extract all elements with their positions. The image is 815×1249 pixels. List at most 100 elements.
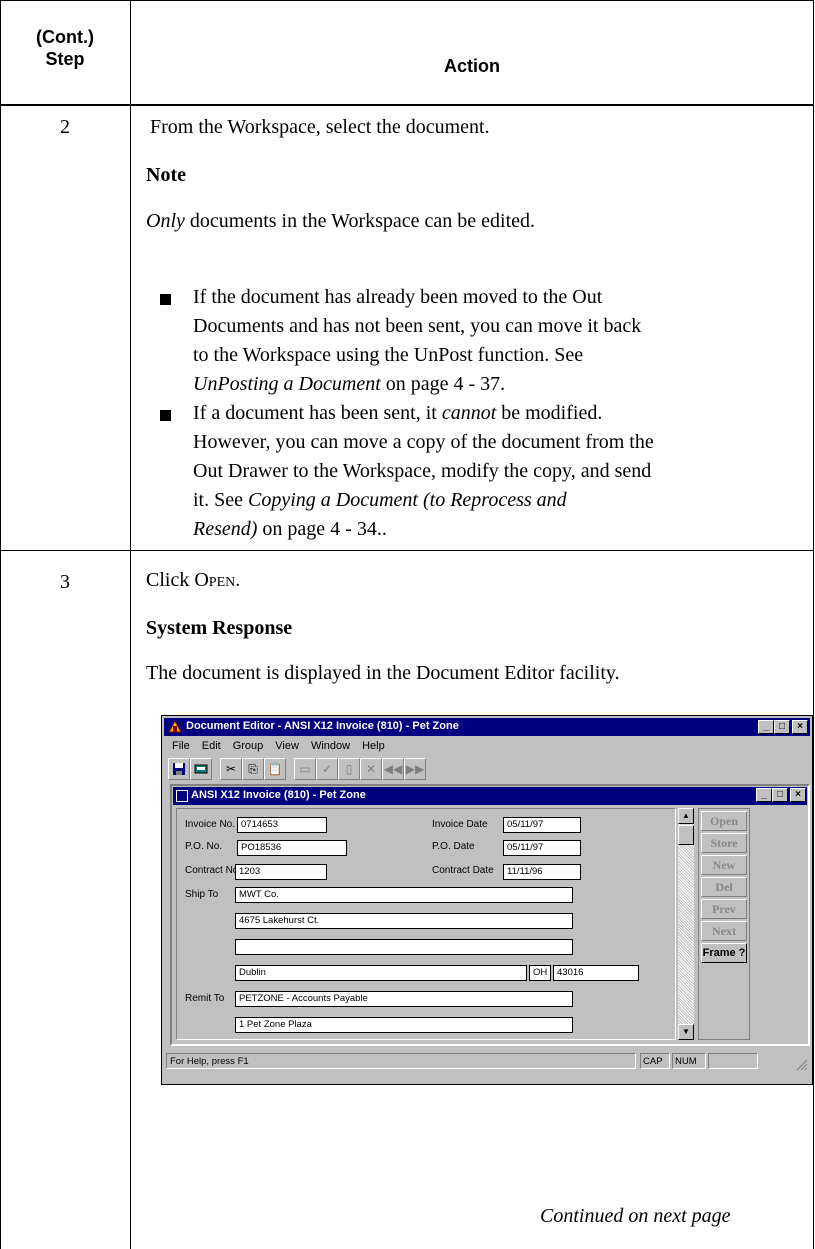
invoice-no-label: Invoice No. <box>185 819 236 830</box>
paste-icon[interactable]: 📋 <box>264 758 286 780</box>
menu-edit[interactable]: Edit <box>196 738 227 756</box>
menu-view[interactable]: View <box>269 738 305 756</box>
status-bar: For Help, press F1 CAP NUM <box>166 1053 808 1071</box>
ship-to-label: Ship To <box>185 889 219 900</box>
table-border-top <box>0 0 814 1</box>
next-icon[interactable]: ▶▶ <box>404 758 426 780</box>
column-divider <box>130 0 131 1249</box>
menu-group[interactable]: Group <box>227 738 270 756</box>
ship-zip-field[interactable]: 43016 <box>553 965 639 981</box>
resize-grip-icon[interactable] <box>794 1057 808 1071</box>
ship-to-line3-field[interactable] <box>235 939 573 955</box>
scroll-thumb[interactable] <box>678 825 694 845</box>
ship-city-field[interactable]: Dublin <box>235 965 527 981</box>
menu-help[interactable]: Help <box>356 738 391 756</box>
step-header-line2: Step <box>45 49 85 69</box>
row-divider <box>0 550 814 551</box>
invoice-child-window: ANSI X12 Invoice (810) - Pet Zone _ □ × … <box>170 784 810 1046</box>
copying-link[interactable]: Resend) <box>193 518 257 540</box>
po-date-label: P.O. Date <box>432 841 475 852</box>
contract-date-field[interactable]: 11/11/96 <box>503 864 581 880</box>
bullet-1-line: UnPosting a Document on page 4 - 37. <box>193 370 808 399</box>
menu-bar: File Edit Group View Window Help <box>166 738 391 756</box>
child-titlebar: ANSI X12 Invoice (810) - Pet Zone _ □ × <box>173 787 807 805</box>
window-title: Document Editor - ANSI X12 Invoice (810)… <box>186 720 459 732</box>
procedure-table: (Cont.) Step Action 2 From the Workspace… <box>0 0 814 1249</box>
check-icon[interactable]: ✓ <box>316 758 338 780</box>
open-folder-icon[interactable]: ▭ <box>294 758 316 780</box>
po-no-field[interactable]: PO18536 <box>237 840 347 856</box>
window-titlebar: Document Editor - ANSI X12 Invoice (810)… <box>164 718 810 736</box>
bullet-1-marker <box>160 294 171 305</box>
frame-help-button[interactable]: Frame ? <box>701 943 747 963</box>
save-icon[interactable] <box>168 758 190 780</box>
minimize-icon[interactable]: _ <box>758 720 774 734</box>
delete-icon[interactable]: ✕ <box>360 758 382 780</box>
menu-window[interactable]: Window <box>305 738 356 756</box>
vertical-scrollbar[interactable]: ▲ ▼ <box>678 808 694 1040</box>
remit-to-line1-field[interactable]: PETZONE - Accounts Payable <box>235 991 573 1007</box>
child-title: ANSI X12 Invoice (810) - Pet Zone <box>191 789 366 801</box>
contract-no-field[interactable]: 1203 <box>235 864 327 880</box>
print-icon[interactable] <box>190 758 212 780</box>
invoice-form: Invoice No. 0714653 Invoice Date 05/11/9… <box>176 808 676 1040</box>
unposting-link[interactable]: UnPosting a Document <box>193 373 381 395</box>
system-response-text: The document is displayed in the Documen… <box>146 662 620 684</box>
child-window-controls: _ □ × <box>756 788 806 802</box>
ship-to-line1-field[interactable]: MWT Co. <box>235 887 573 903</box>
scroll-up-icon[interactable]: ▲ <box>678 808 694 824</box>
click-suffix: . <box>235 569 241 591</box>
remit-to-line2-field[interactable]: 1 Pet Zone Plaza <box>235 1017 573 1033</box>
step-number-2: 2 <box>60 116 70 138</box>
new-doc-icon[interactable]: ▯ <box>338 758 360 780</box>
new-button[interactable]: New <box>701 855 747 875</box>
ship-state-field[interactable]: OH <box>529 965 551 981</box>
status-empty-cell <box>708 1053 758 1069</box>
note-emphasis: Only <box>146 210 185 232</box>
ship-to-line2-field[interactable]: 4675 Lakehurst Ct. <box>235 913 573 929</box>
toolbar: ✂ ⎘ 📋 ▭ ✓ ▯ ✕ ◀◀ ▶▶ <box>166 756 808 782</box>
copying-link[interactable]: Copying a Document (to Reprocess and <box>248 489 567 511</box>
del-button[interactable]: Del <box>701 877 747 897</box>
cap-indicator: CAP <box>640 1053 670 1069</box>
note-text: Only documents in the Workspace can be e… <box>146 207 535 236</box>
menu-file[interactable]: File <box>166 738 196 756</box>
next-button[interactable]: Next <box>701 921 747 941</box>
bullet-2-seg: it. See <box>193 489 248 511</box>
remit-to-label: Remit To <box>185 993 225 1004</box>
cut-icon[interactable]: ✂ <box>220 758 242 780</box>
record-buttons: Open Store New Del Prev Next Frame ? <box>698 808 750 1040</box>
bullet-2-line: Out Drawer to the Workspace, modify the … <box>193 460 652 482</box>
scroll-down-icon[interactable]: ▼ <box>678 1024 694 1040</box>
open-button[interactable]: Open <box>701 811 747 831</box>
contract-no-label: Contract No. <box>185 865 242 876</box>
document-editor-window: Document Editor - ANSI X12 Invoice (810)… <box>161 715 813 1085</box>
maximize-icon[interactable]: □ <box>774 720 790 734</box>
po-date-field[interactable]: 05/11/97 <box>503 840 581 856</box>
note-rest: documents in the Workspace can be edited… <box>184 210 536 232</box>
bullet-2-marker <box>160 410 171 421</box>
bullet-1-text: If the document has already been moved t… <box>193 283 808 399</box>
num-indicator: NUM <box>672 1053 706 1069</box>
bullet-1-line: If the document has already been moved t… <box>193 286 603 308</box>
bullet-1-line: to the Workspace using the UnPost functi… <box>193 344 584 366</box>
step-column-header: (Cont.) Step <box>0 26 130 70</box>
invoice-no-field[interactable]: 0714653 <box>237 817 327 833</box>
document-icon <box>176 790 188 802</box>
app-icon <box>168 720 182 733</box>
child-close-icon[interactable]: × <box>790 788 806 802</box>
table-border-left <box>0 0 1 1249</box>
child-maximize-icon[interactable]: □ <box>772 788 788 802</box>
step2-instruction: From the Workspace, select the document. <box>150 116 490 138</box>
copy-icon[interactable]: ⎘ <box>242 758 264 780</box>
store-button[interactable]: Store <box>701 833 747 853</box>
bullet-2-line: If a document has been sent, it cannot b… <box>193 399 808 428</box>
child-minimize-icon[interactable]: _ <box>756 788 772 802</box>
page-ref: on page 4 - 34.. <box>257 518 387 540</box>
status-text: For Help, press F1 <box>166 1053 636 1069</box>
previous-icon[interactable]: ◀◀ <box>382 758 404 780</box>
close-icon[interactable]: × <box>792 720 808 734</box>
step3-instruction: Click Open. <box>146 566 240 595</box>
prev-button[interactable]: Prev <box>701 899 747 919</box>
invoice-date-field[interactable]: 05/11/97 <box>503 817 581 833</box>
